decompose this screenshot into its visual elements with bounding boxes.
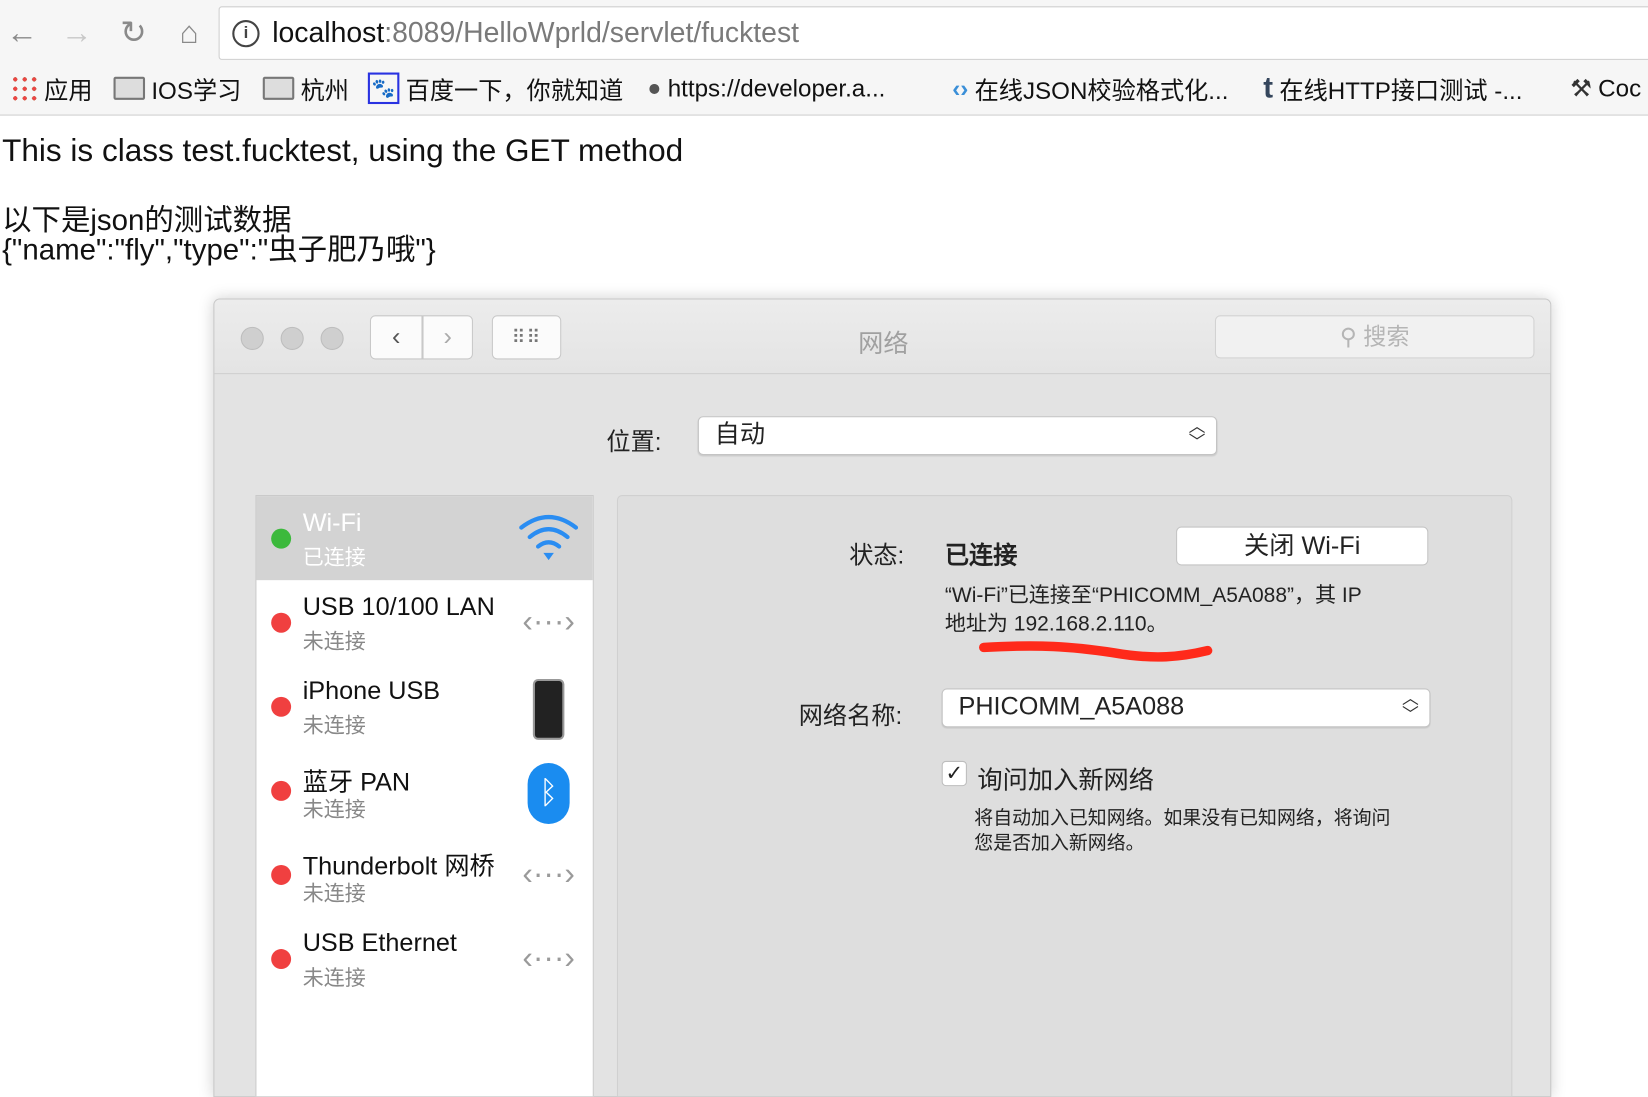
status-dot <box>271 528 292 549</box>
hammer-icon: ⚒ <box>1570 74 1592 102</box>
service-name: USB Ethernet <box>302 929 457 958</box>
service-status: 未连接 <box>302 714 366 738</box>
network-name-select[interactable]: PHICOMM_A5A088 ︿ ﹀ <box>941 688 1431 728</box>
ethernet-arrows-icon: ‹···› <box>522 940 575 976</box>
service-item-bluetooth-pan[interactable]: 蓝牙 PAN 未连接 ᛒ <box>256 748 592 832</box>
bookmark-label: 百度一下，你就知道 <box>405 76 624 105</box>
ethernet-arrows-icon: ‹···› <box>522 856 575 892</box>
status-description-2: 地址为 192.168.2.110。 <box>944 612 1168 636</box>
service-item-iphone-usb[interactable]: iPhone USB 未连接 <box>256 664 592 748</box>
service-item-thunderbolt-bridge[interactable]: Thunderbolt 网桥 未连接 ‹···› <box>256 832 592 916</box>
page-json: {"name":"fly","type":"虫子肥乃哦"} <box>2 233 436 266</box>
tumblr-icon: t <box>1263 71 1274 105</box>
turn-off-wifi-button[interactable]: 关闭 Wi-Fi <box>1176 526 1429 566</box>
service-status: 未连接 <box>302 882 366 906</box>
iphone-icon <box>517 678 580 740</box>
updown-chevron-icon: ︿ ﹀ <box>1188 418 1206 452</box>
service-name: Wi-Fi <box>302 508 362 538</box>
service-item-usb-ethernet[interactable]: USB Ethernet 未连接 ‹···› <box>256 916 592 1000</box>
bookmark-coc[interactable]: ⚒ Coc <box>1570 71 1641 105</box>
location-label: 位置: <box>606 427 662 456</box>
network-name-label: 网络名称: <box>798 702 903 730</box>
service-status: 未连接 <box>302 630 366 654</box>
bookmark-label: Coc <box>1598 74 1642 102</box>
bookmark-label: IOS学习 <box>151 76 242 105</box>
search-icon: ⚲ <box>1339 323 1364 350</box>
service-name: USB 10/100 LAN <box>302 592 495 622</box>
bookmarks-bar: 应用 IOS学习 杭州 🐾 百度一下，你就知道 ● https://develope… <box>0 63 1648 116</box>
back-icon[interactable]: ← <box>4 15 40 53</box>
json-icon: ‹› <box>952 74 969 102</box>
ask-join-checkbox[interactable]: ✓ <box>941 760 967 787</box>
apple-icon: ● <box>647 74 662 101</box>
network-preferences-window: ‹ › ⠿⠿ 网络 ⚲ 搜索 位置: 自动 ︿ ﹀ Wi-Fi 已连接 USB 10… <box>213 298 1552 1097</box>
ask-join-label: 询问加入新网络 <box>977 766 1154 795</box>
service-status: 已连接 <box>302 546 366 570</box>
status-value: 已连接 <box>944 541 1018 569</box>
bookmark-label: 杭州 <box>300 76 349 105</box>
ask-join-help-1: 将自动加入已知网络。如果没有已知网络，将询问 <box>974 807 1391 829</box>
status-dot <box>271 864 292 885</box>
bookmark-hangzhou[interactable]: 杭州 <box>262 71 349 105</box>
bookmark-http[interactable]: t 在线HTTP接口测试 -... <box>1263 71 1522 105</box>
url-path: :8089/HelloWprld/servlet/fucktest <box>384 16 800 49</box>
address-bar[interactable]: i localhost:8089/HelloWprld/servlet/fuck… <box>218 6 1648 60</box>
reload-icon[interactable]: ↻ <box>116 15 152 53</box>
red-annotation-stroke <box>979 641 1213 662</box>
status-dot <box>271 780 292 801</box>
search-field[interactable]: ⚲ 搜索 <box>1214 315 1535 359</box>
service-status: 未连接 <box>302 966 366 991</box>
ethernet-arrows-icon: ‹···› <box>522 604 575 640</box>
search-placeholder: 搜索 <box>1363 323 1410 350</box>
service-list: Wi-Fi 已连接 USB 10/100 LAN 未连接 ‹···› iPhon… <box>255 495 594 1097</box>
url-text: localhost:8089/HelloWprld/servlet/fuckte… <box>272 17 799 50</box>
wifi-icon <box>517 511 580 566</box>
status-dot <box>271 612 292 633</box>
folder-icon <box>113 76 146 100</box>
window-titlebar: ‹ › ⠿⠿ 网络 ⚲ 搜索 <box>214 299 1551 375</box>
bookmark-baidu[interactable]: 🐾 百度一下，你就知道 <box>367 71 624 105</box>
status-dot <box>271 696 292 717</box>
forward-icon[interactable]: → <box>59 15 95 53</box>
updown-chevron-icon: ︿ ﹀ <box>1402 690 1419 725</box>
status-dot <box>271 949 292 970</box>
ask-join-help-2: 您是否加入新网络。 <box>974 832 1145 854</box>
folder-icon <box>262 76 295 100</box>
service-item-usb-lan[interactable]: USB 10/100 LAN 未连接 ‹···› <box>256 580 592 664</box>
home-icon[interactable]: ⌂ <box>171 15 207 53</box>
browser-toolbar: ← → ↻ ⌂ i localhost:8089/HelloWprld/serv… <box>0 0 1648 64</box>
location-select[interactable]: 自动 ︿ ﹀ <box>697 416 1218 456</box>
service-name: iPhone USB <box>302 676 441 706</box>
location-value: 自动 <box>714 420 766 449</box>
service-item-wifi[interactable]: Wi-Fi 已连接 <box>256 496 593 581</box>
baidu-paw-icon: 🐾 <box>367 72 400 105</box>
bookmark-label: 在线HTTP接口测试 -... <box>1279 76 1523 105</box>
info-icon[interactable]: i <box>232 19 260 48</box>
bookmark-apps[interactable]: 应用 <box>10 71 93 105</box>
checkmark-icon: ✓ <box>945 761 964 786</box>
network-name-value: PHICOMM_A5A088 <box>958 692 1185 721</box>
status-description-1: “Wi-Fi”已连接至“PHICOMM_A5A088”，其 IP <box>944 584 1362 608</box>
apps-grid-icon <box>10 74 38 102</box>
status-label: 状态: <box>849 541 905 569</box>
page-line-1: This is class test.fucktest, using the G… <box>2 133 684 169</box>
service-status: 未连接 <box>302 798 366 822</box>
url-host: localhost <box>272 16 385 49</box>
bookmark-json[interactable]: ‹› 在线JSON校验格式化... <box>952 71 1228 105</box>
bookmark-label: 应用 <box>44 76 93 105</box>
bluetooth-icon: ᛒ <box>517 763 580 824</box>
bookmark-ios[interactable]: IOS学习 <box>113 71 242 105</box>
bookmark-label: 在线JSON校验格式化... <box>974 76 1229 105</box>
bookmark-label: https://developer.a... <box>667 74 886 102</box>
bookmark-developer[interactable]: ● https://developer.a... <box>647 71 885 105</box>
